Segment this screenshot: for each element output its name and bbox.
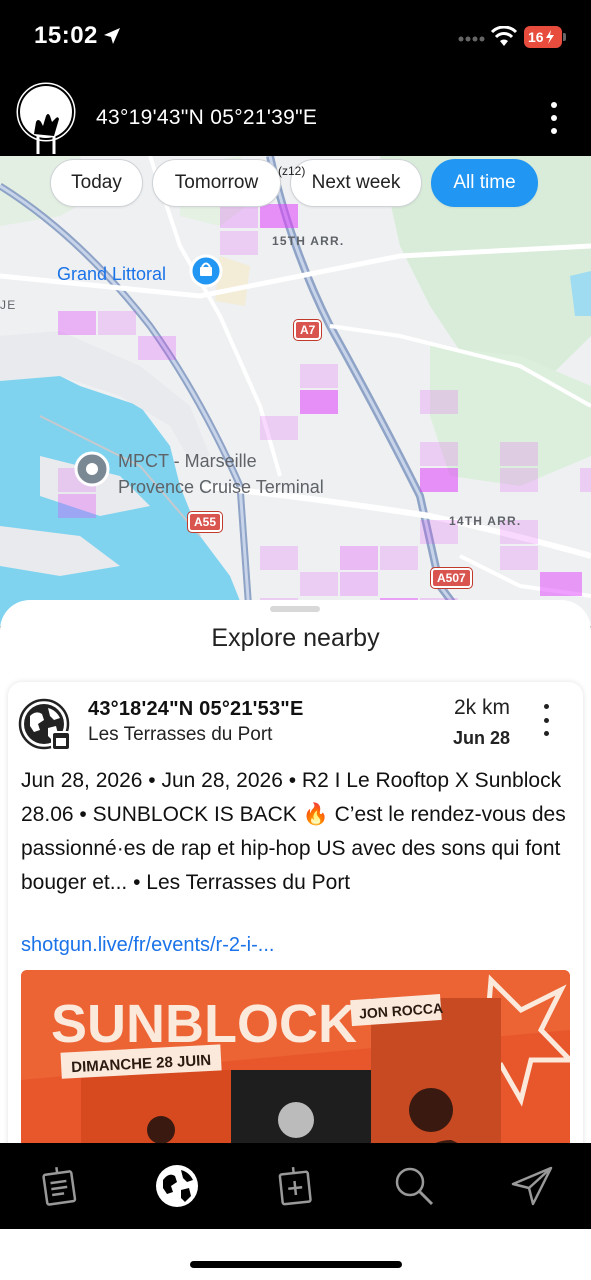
dot xyxy=(543,704,549,709)
poster-graphic: SUNBLOCK DIMANCHE 28 JUIN JON ROCCA xyxy=(21,970,570,1160)
battery-tip xyxy=(563,33,566,41)
add-note-icon xyxy=(279,1166,313,1206)
sheet-title: Explore nearby xyxy=(211,624,380,652)
battery-level: 16 xyxy=(528,29,544,45)
cellular-signal-icon xyxy=(458,36,485,42)
header-more-menu-button[interactable] xyxy=(540,98,568,138)
filter-tomorrow-chip[interactable]: Tomorrow xyxy=(152,159,281,207)
district-label-14: 14TH ARR. xyxy=(449,514,522,528)
sheet-drag-handle[interactable] xyxy=(270,606,320,612)
home-indicator-area xyxy=(0,1229,591,1280)
app-logo-icon[interactable] xyxy=(12,78,80,154)
road-shield-a507: A507 xyxy=(430,567,473,589)
road-shield-a55: A55 xyxy=(186,511,224,533)
status-time: 15:02 xyxy=(34,22,98,49)
globe-icon xyxy=(156,1165,199,1207)
home-indicator[interactable] xyxy=(190,1261,402,1268)
grand-littoral-pin[interactable] xyxy=(189,254,223,288)
poi-label-mpct-line1[interactable]: MPCT - Marseille xyxy=(118,450,257,472)
event-link[interactable]: shotgun.live/fr/events/r-2-i-... xyxy=(21,934,274,957)
cruise-terminal-pin[interactable] xyxy=(74,451,110,487)
tab-notes[interactable] xyxy=(29,1156,89,1216)
app-header: 43°19'43"N 05°21'39"E xyxy=(0,76,591,156)
filter-all-time-chip[interactable]: All time xyxy=(431,159,538,207)
event-place: Les Terrasses du Port xyxy=(88,724,273,745)
event-poster-image[interactable]: SUNBLOCK DIMANCHE 28 JUIN JON ROCCA xyxy=(21,970,570,1160)
event-coordinates: 43°18'24"N 05°21'53"E xyxy=(88,698,304,720)
event-description: Jun 28, 2026 • Jun 28, 2026 • R2 I Le Ro… xyxy=(21,769,566,894)
poi-label-mpct-line2[interactable]: Provence Cruise Terminal xyxy=(118,476,324,498)
dot xyxy=(551,102,557,108)
globe-calendar-icon xyxy=(18,698,71,751)
dot xyxy=(551,128,557,134)
tab-search[interactable] xyxy=(384,1156,444,1216)
road-shield-a7: A7 xyxy=(292,319,323,341)
battery-indicator: 16 xyxy=(524,26,562,48)
wifi-icon xyxy=(490,26,518,46)
tab-explore[interactable] xyxy=(147,1156,207,1216)
charging-icon xyxy=(545,30,554,44)
event-card[interactable]: 43°18'24"N 05°21'53"E Les Terrasses du P… xyxy=(8,682,583,1160)
current-coordinates: 43°19'43"N 05°21'39"E xyxy=(96,106,318,129)
poi-label-grand-littoral[interactable]: Grand Littoral xyxy=(57,264,166,285)
map-view[interactable]: 15TH ARR. 14TH ARR. Grand Littoral MPCT … xyxy=(0,156,591,626)
dot xyxy=(543,717,549,723)
notes-icon xyxy=(42,1167,77,1206)
filter-next-week-chip[interactable]: Next week xyxy=(290,159,422,207)
dot xyxy=(543,731,549,736)
tab-add-note[interactable] xyxy=(265,1156,325,1216)
event-more-menu-button[interactable] xyxy=(538,704,554,736)
event-distance: 2k km xyxy=(453,696,510,719)
tab-send[interactable] xyxy=(502,1156,562,1216)
search-icon xyxy=(395,1167,433,1206)
location-arrow-icon xyxy=(104,28,120,44)
send-icon xyxy=(511,1166,553,1206)
bottom-tab-bar xyxy=(0,1143,591,1229)
edge-label: JE xyxy=(0,298,17,312)
map-canvas[interactable] xyxy=(0,156,591,626)
status-bar: 15:02 16 xyxy=(0,0,591,76)
explore-sheet[interactable]: Explore nearby 43°18'24"N 05°21'53"E Les… xyxy=(0,600,591,1160)
district-label-15: 15TH ARR. xyxy=(272,234,345,248)
dot xyxy=(551,115,557,121)
zoom-level-label: (z12) xyxy=(278,164,306,178)
event-date: Jun 28 xyxy=(452,728,510,748)
filter-today-chip[interactable]: Today xyxy=(50,159,143,207)
poster-title: SUNBLOCK xyxy=(51,994,357,1054)
